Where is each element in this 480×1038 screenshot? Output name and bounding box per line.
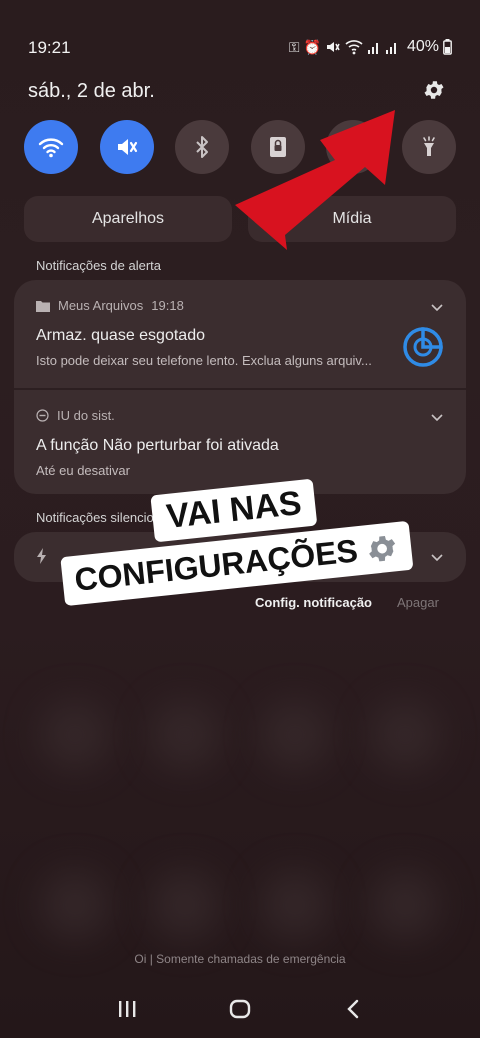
chevron-down-icon[interactable]: [430, 300, 444, 314]
gear-icon: [369, 535, 396, 561]
key-icon: ⚿: [288, 38, 300, 55]
folder-icon: [36, 300, 50, 312]
mute-icon: [117, 139, 137, 155]
clear-button[interactable]: Apagar: [397, 595, 439, 610]
battery-icon: [443, 39, 452, 55]
notification-time: 19:18: [151, 298, 184, 313]
settings-gear-icon[interactable]: [422, 78, 446, 102]
blurred-background: [150, 870, 220, 940]
back-button[interactable]: [338, 994, 368, 1024]
wifi-icon: [345, 40, 363, 55]
storage-icon: [403, 327, 443, 367]
blurred-background: [40, 700, 110, 770]
wifi-tile[interactable]: [24, 120, 78, 174]
emergency-calls-label: Oi | Somente chamadas de emergência: [134, 952, 346, 966]
divider: [14, 388, 466, 390]
home-button[interactable]: [225, 994, 255, 1024]
signal-icon: [367, 43, 378, 54]
home-icon: [229, 999, 251, 1019]
bluetooth-tile[interactable]: [175, 120, 230, 174]
blurred-background: [150, 700, 220, 770]
navigation-bar: [0, 994, 480, 1024]
devices-button[interactable]: Aparelhos: [24, 196, 232, 242]
notification-app-name: IU do sist.: [57, 408, 115, 423]
alert-notification-group: Meus Arquivos 19:18 Armaz. quase esgotad…: [14, 280, 466, 494]
blurred-background: [40, 870, 110, 940]
notification-title: A função Não perturbar foi ativada: [36, 437, 279, 454]
notification-app-name: Meus Arquivos: [58, 298, 144, 313]
date-label: sáb., 2 de abr.: [28, 80, 155, 102]
recent-apps-icon: [118, 1001, 136, 1017]
do-not-disturb-icon: [36, 409, 49, 422]
status-icons: ⚿ ⏰ 40%: [289, 38, 452, 56]
charging-icon: [37, 548, 46, 564]
signal-icon: [385, 43, 396, 54]
battery-level: 40%: [406, 38, 439, 55]
sticker-line-2-text: CONFIGURAÇÕES: [72, 532, 360, 598]
sound-mute-tile[interactable]: [99, 120, 154, 174]
mute-icon: [326, 42, 340, 52]
notification-card[interactable]: Meus Arquivos 19:18 Armaz. quase esgotad…: [14, 298, 466, 368]
blurred-background: [370, 700, 440, 770]
chevron-down-icon[interactable]: [430, 410, 444, 424]
wifi-icon: [38, 138, 64, 158]
bluetooth-icon: [196, 136, 209, 158]
notification-card[interactable]: IU do sist. A função Não perturbar foi a…: [14, 408, 466, 478]
blurred-background: [260, 870, 330, 940]
status-time: 19:21: [28, 38, 71, 57]
blurred-background: [260, 700, 330, 770]
alarm-icon: ⏰: [303, 38, 321, 55]
blurred-background: [370, 870, 440, 940]
recent-apps-button[interactable]: [112, 994, 142, 1024]
alert-section-label: Notificações de alerta: [36, 258, 162, 273]
back-icon: [347, 999, 359, 1019]
red-arrow-annotation: [235, 110, 395, 250]
